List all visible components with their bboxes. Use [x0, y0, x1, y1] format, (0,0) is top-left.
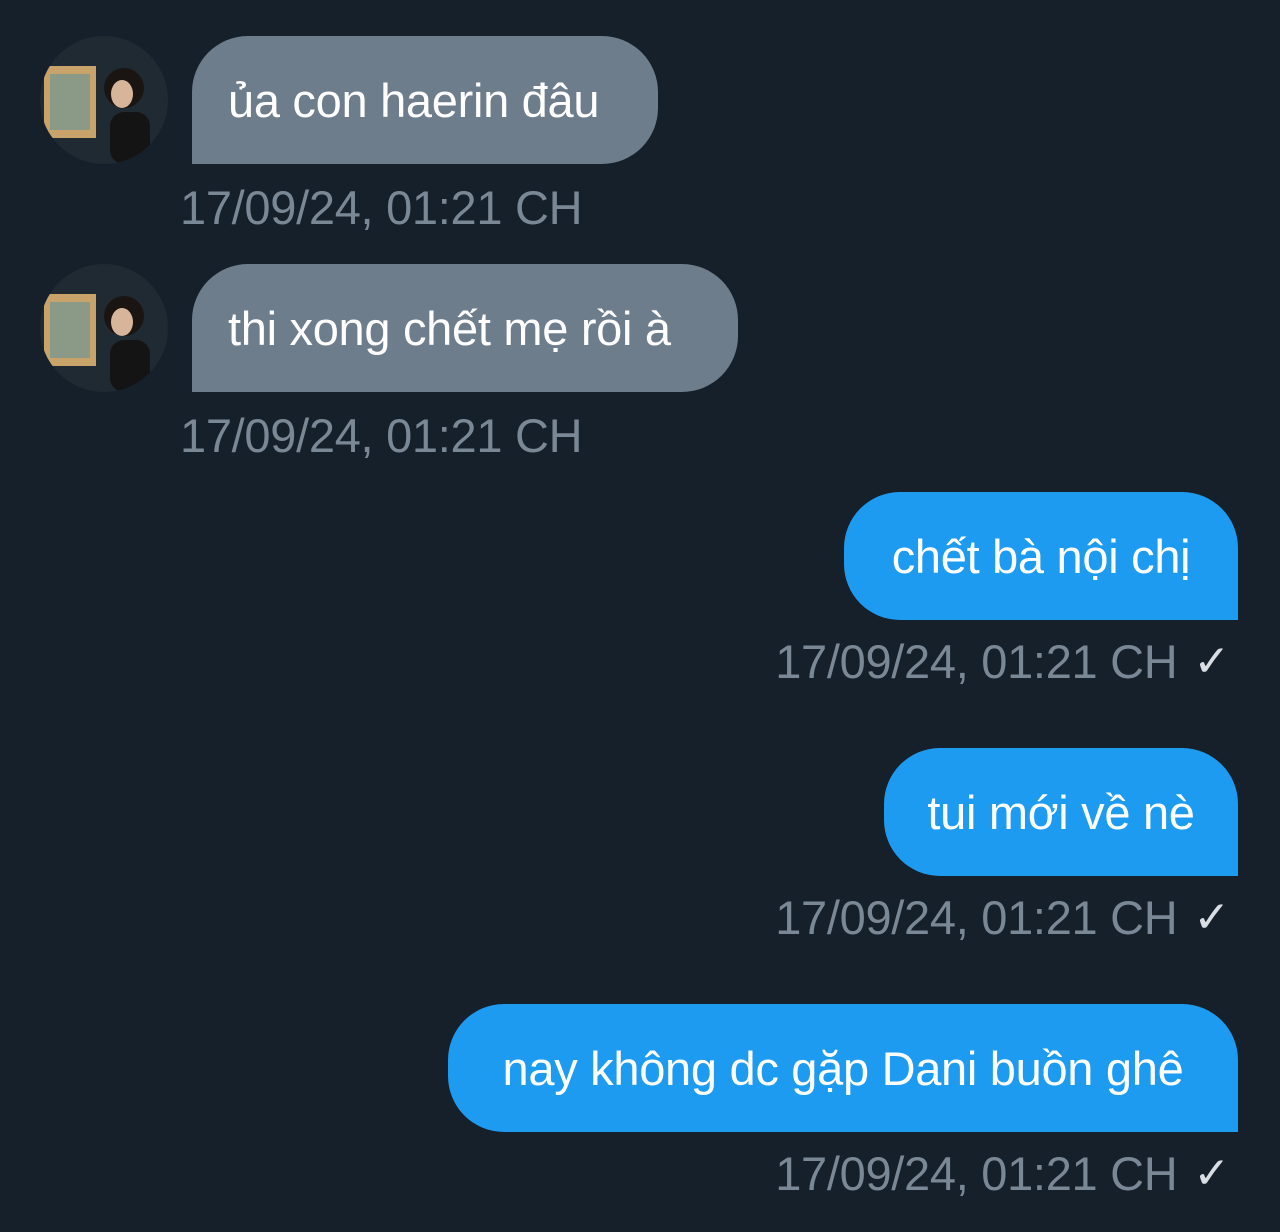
check-icon: ✓	[1193, 637, 1230, 686]
message-timestamp: 17/09/24, 01:21 CH ✓	[775, 1146, 1230, 1201]
message-text: thi xong chết mẹ rồi à	[228, 301, 671, 355]
check-icon: ✓	[1193, 1149, 1230, 1198]
timestamp-text: 17/09/24, 01:21 CH	[180, 181, 583, 234]
message-text: chết bà nội chị	[891, 529, 1191, 583]
message-bubble-outgoing[interactable]: tui mới về nè	[884, 748, 1238, 876]
message-bubble-outgoing[interactable]: chết bà nội chị	[844, 492, 1238, 620]
timestamp-text: 17/09/24, 01:21 CH	[180, 409, 583, 462]
contact-avatar[interactable]	[40, 36, 168, 164]
message-bubble-outgoing[interactable]: nay không dc gặp Dani buồn ghê	[448, 1004, 1238, 1132]
message-text: nay không dc gặp Dani buồn ghê	[502, 1041, 1184, 1095]
message-text: tui mới về nè	[927, 785, 1195, 839]
message-timestamp: 17/09/24, 01:21 CH	[180, 180, 583, 235]
timestamp-text: 17/09/24, 01:21 CH	[775, 891, 1178, 944]
timestamp-text: 17/09/24, 01:21 CH	[775, 1147, 1178, 1200]
chat-thread: ủa con haerin đâu 17/09/24, 01:21 CH thi…	[0, 0, 1280, 1232]
check-icon: ✓	[1193, 893, 1230, 942]
message-bubble-incoming[interactable]: thi xong chết mẹ rồi à	[192, 264, 738, 392]
timestamp-text: 17/09/24, 01:21 CH	[775, 635, 1178, 688]
contact-avatar[interactable]	[40, 264, 168, 392]
message-text: ủa con haerin đâu	[228, 73, 600, 127]
message-bubble-incoming[interactable]: ủa con haerin đâu	[192, 36, 658, 164]
message-timestamp: 17/09/24, 01:21 CH ✓	[775, 890, 1230, 945]
message-timestamp: 17/09/24, 01:21 CH ✓	[775, 634, 1230, 689]
message-timestamp: 17/09/24, 01:21 CH	[180, 408, 583, 463]
